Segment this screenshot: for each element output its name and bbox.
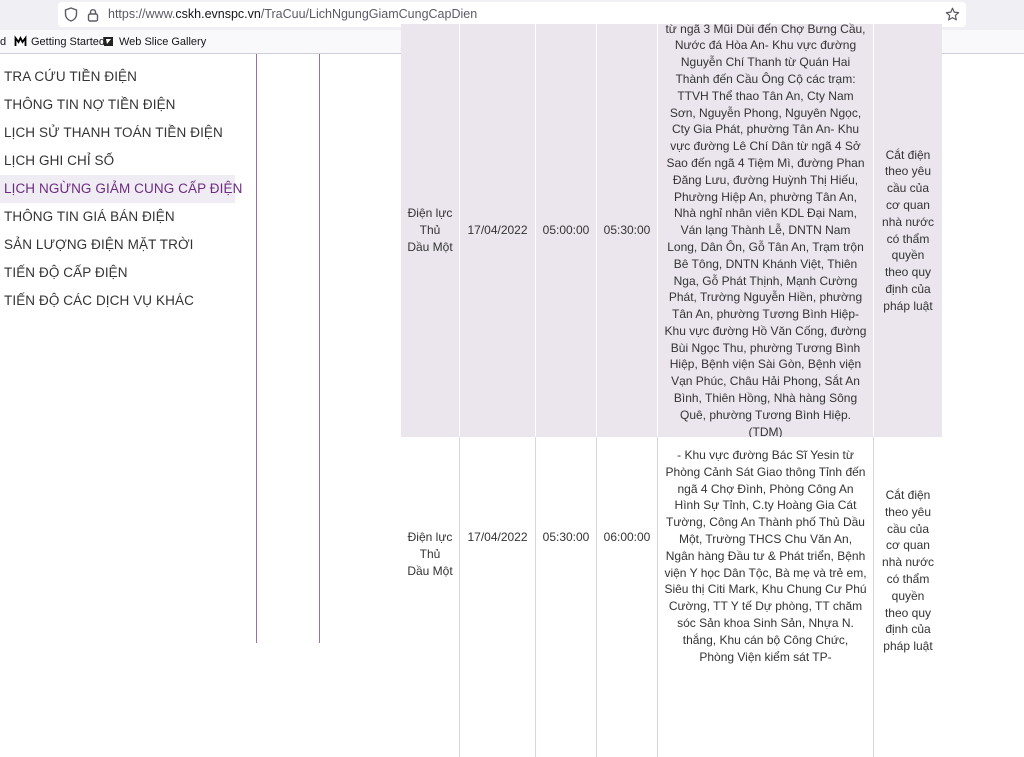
sidebar-item-lich-ngung-giam-cung-cap-dien[interactable]: LỊCH NGỪNG GIẢM CUNG CẤP ĐIỆN <box>0 175 242 203</box>
bookmark-folder[interactable]: d <box>0 30 6 53</box>
url-prefix: https://www. <box>108 7 176 21</box>
cell-date: 17/04/2022 <box>459 24 535 437</box>
url-host: cskh.evnspc.vn <box>175 7 261 21</box>
sidebar-menu: TRA CỨU TIỀN ĐIỆN THÔNG TIN NỢ TIỀN ĐIỆN… <box>0 54 245 643</box>
cell-area: - Khu vực đường Bác Sĩ Yesin từ Phòng Cả… <box>657 437 873 757</box>
cell-unit: Điện lực Thủ Dầu Một <box>407 530 453 578</box>
cell-area: từ ngã 3 Mũi Dùi đến Chợ Bưng Cầu, Nước … <box>657 22 873 439</box>
bookmark-getting-started[interactable]: Getting Started <box>14 30 105 53</box>
sidebar-item-lich-su-thanh-toan[interactable]: LỊCH SỬ THANH TOÁN TIỀN ĐIỆN <box>0 119 235 147</box>
content-divider-mid <box>319 54 320 643</box>
sidebar-item-tra-cuu-tien-dien[interactable]: TRA CỨU TIỀN ĐIỆN <box>0 63 235 91</box>
table-row: Điện lực Thủ Dầu Một 17/04/2022 05:30:00… <box>401 437 942 757</box>
lock-icon[interactable] <box>84 2 102 27</box>
content-divider-left <box>256 54 257 643</box>
firefox-icon <box>14 35 27 48</box>
sidebar-item-thong-tin-gia-ban-dien[interactable]: THÔNG TIN GIÁ BÁN ĐIỆN <box>0 203 235 231</box>
bookmark-web-slice-gallery[interactable]: Web Slice Gallery <box>102 30 206 53</box>
table-row: Điện lực Thủ Dầu Một 17/04/2022 05:00:00… <box>401 22 942 439</box>
bookmark-label: Web Slice Gallery <box>119 35 207 48</box>
cell-time-to: 06:00:00 <box>596 437 657 757</box>
cell-time-to: 05:30:00 <box>596 24 657 437</box>
url-path: /TraCuu/LichNgungGiamCungCapDien <box>260 7 478 21</box>
bookmark-star-icon[interactable] <box>942 2 962 27</box>
cell-reason: Cắt điện theo yêu cầu của cơ quan nhà nư… <box>873 437 942 757</box>
cell-time-from: 05:30:00 <box>535 437 596 757</box>
outage-schedule-table: Điện lực Thủ Dầu Một 17/04/2022 05:00:00… <box>401 22 942 757</box>
sidebar-item-tien-do-cap-dien[interactable]: TIẾN ĐỘ CẤP ĐIỆN <box>0 259 235 287</box>
web-slice-icon <box>102 35 115 48</box>
sidebar-item-thong-tin-no-tien-dien[interactable]: THÔNG TIN NỢ TIỀN ĐIỆN <box>0 91 235 119</box>
cell-time-from: 05:00:00 <box>535 24 596 437</box>
cell-unit: Điện lực Thủ Dầu Một <box>407 206 453 254</box>
shield-icon[interactable] <box>62 2 80 27</box>
cell-date: 17/04/2022 <box>459 437 535 757</box>
cell-reason: Cắt điện theo yêu cầu của cơ quan nhà nư… <box>873 24 942 437</box>
sidebar-item-tien-do-cac-dich-vu-khac[interactable]: TIẾN ĐỘ CÁC DỊCH VỤ KHÁC <box>0 287 235 315</box>
sidebar-item-lich-ghi-chi-so[interactable]: LỊCH GHI CHỈ SỐ <box>0 147 235 175</box>
sidebar-item-san-luong-dien-mat-troi[interactable]: SẢN LƯỢNG ĐIỆN MẶT TRỜI <box>0 231 235 259</box>
bookmark-label: d <box>0 35 7 48</box>
bookmark-label: Getting Started <box>31 35 105 48</box>
